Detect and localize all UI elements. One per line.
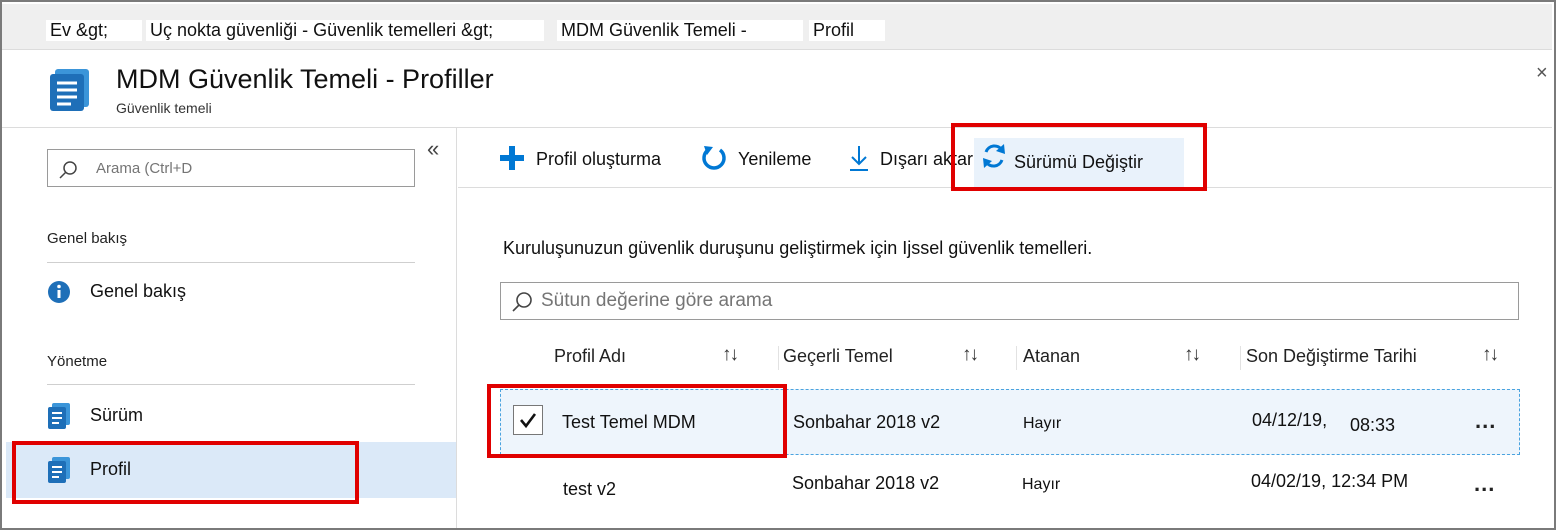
column-filter-field[interactable] [541,289,1441,313]
cell-current-baseline: Sonbahar 2018 v2 [792,473,940,493]
download-icon [850,146,868,171]
more-actions-icon[interactable]: ... [1475,408,1496,434]
sidebar-item-label: Profil [90,459,132,479]
sort-icon[interactable]: ↑↓ [962,344,979,366]
profile-scroll-icon [48,457,70,483]
cell-last-modified-time: 08:33 [1350,415,1396,435]
change-version-label: Sürümü Değiştir [1014,152,1144,172]
info-icon [48,281,70,303]
column-header-current-baseline[interactable]: Geçerli Temel [783,346,893,367]
command-toolbar: Profil oluşturma Yenileme Dışarı aktarma… [458,128,1552,188]
breadcrumb: Ev &gt; Uç nokta güvenliği - Güvenlik te… [2,4,1552,50]
sort-icon[interactable]: ↑↓ [1482,344,1499,366]
more-actions-icon[interactable]: ... [1474,471,1495,497]
section-label-overview: Genel bakış [47,230,128,247]
cell-profile-name[interactable]: test v2 [563,479,616,500]
change-version-button[interactable]: Sürümü Değiştir [974,138,1184,188]
breadcrumb-mdm-baseline[interactable]: MDM Güvenlik Temeli - [557,20,803,41]
section-label-manage: Yönetme [47,353,108,370]
create-profile-button[interactable]: Profil oluşturma [498,140,688,180]
version-scroll-icon [48,403,70,429]
search-icon [512,292,532,312]
page-subtitle: Güvenlik temeli [116,100,212,116]
sort-icon[interactable]: ↑↓ [1184,344,1201,366]
description-text: Kuruluşunuzun güvenlik duruşunu geliştir… [503,238,1093,258]
sidebar-search-field[interactable] [96,158,396,178]
sidebar-item-label: Sürüm [90,405,144,425]
section-divider [47,262,415,263]
sort-icon[interactable]: ↑↓ [722,344,739,366]
breadcrumb-endpoint-security[interactable]: Uç nokta güvenliği - Güvenlik temelleri … [146,20,544,41]
column-header-assigned[interactable]: Atanan [1023,346,1080,367]
table-row[interactable]: Test Temel MDM Sonbahar 2018 v2 Hayır 04… [500,389,1520,455]
sidebar-item-version[interactable]: Sürüm [6,388,456,444]
sidebar-item-label: Genel bakış [90,281,187,301]
create-profile-label: Profil oluşturma [536,149,662,169]
cell-last-modified: 04/02/19, 12:34 PM [1251,471,1409,491]
change-version-icon [983,144,1005,168]
cell-current-baseline: Sonbahar 2018 v2 [793,412,941,432]
breadcrumb-home[interactable]: Ev &gt; [46,20,142,41]
column-filter-input[interactable] [500,282,1519,320]
column-separator[interactable] [1016,346,1017,370]
column-header-profile-name[interactable]: Profil Adı [554,346,626,367]
breadcrumb-profile[interactable]: Profil [809,20,885,41]
cell-assigned: Hayır [1022,476,1061,493]
collapse-sidebar-icon[interactable]: « [427,136,439,162]
column-separator[interactable] [1240,346,1241,370]
cell-last-modified: 04/12/19, [1252,410,1328,430]
refresh-label: Yenileme [738,149,812,169]
cell-profile-name[interactable]: Test Temel MDM [562,412,696,433]
sidebar-search-input[interactable] [47,149,415,187]
sidebar-item-profile[interactable]: Profil [6,442,456,498]
refresh-icon [702,146,726,170]
section-divider [47,384,415,385]
column-separator[interactable] [778,346,779,370]
refresh-button[interactable]: Yenileme [700,140,825,180]
sidebar-item-overview[interactable]: Genel bakış [6,264,456,320]
baseline-scroll-icon [50,69,89,111]
checkmark-icon [520,413,537,429]
close-icon[interactable]: × [1536,62,1548,85]
search-icon [59,161,77,179]
cell-assigned: Hayır [1023,415,1062,432]
column-header-last-modified[interactable]: Son Değiştirme Tarihi [1246,346,1417,367]
table-row[interactable]: test v2 Sonbahar 2018 v2 Hayır 04/02/19,… [500,455,1520,521]
row-checkbox[interactable] [513,405,543,435]
page-title: MDM Güvenlik Temeli - Profiller [116,64,494,94]
plus-icon [500,146,524,170]
